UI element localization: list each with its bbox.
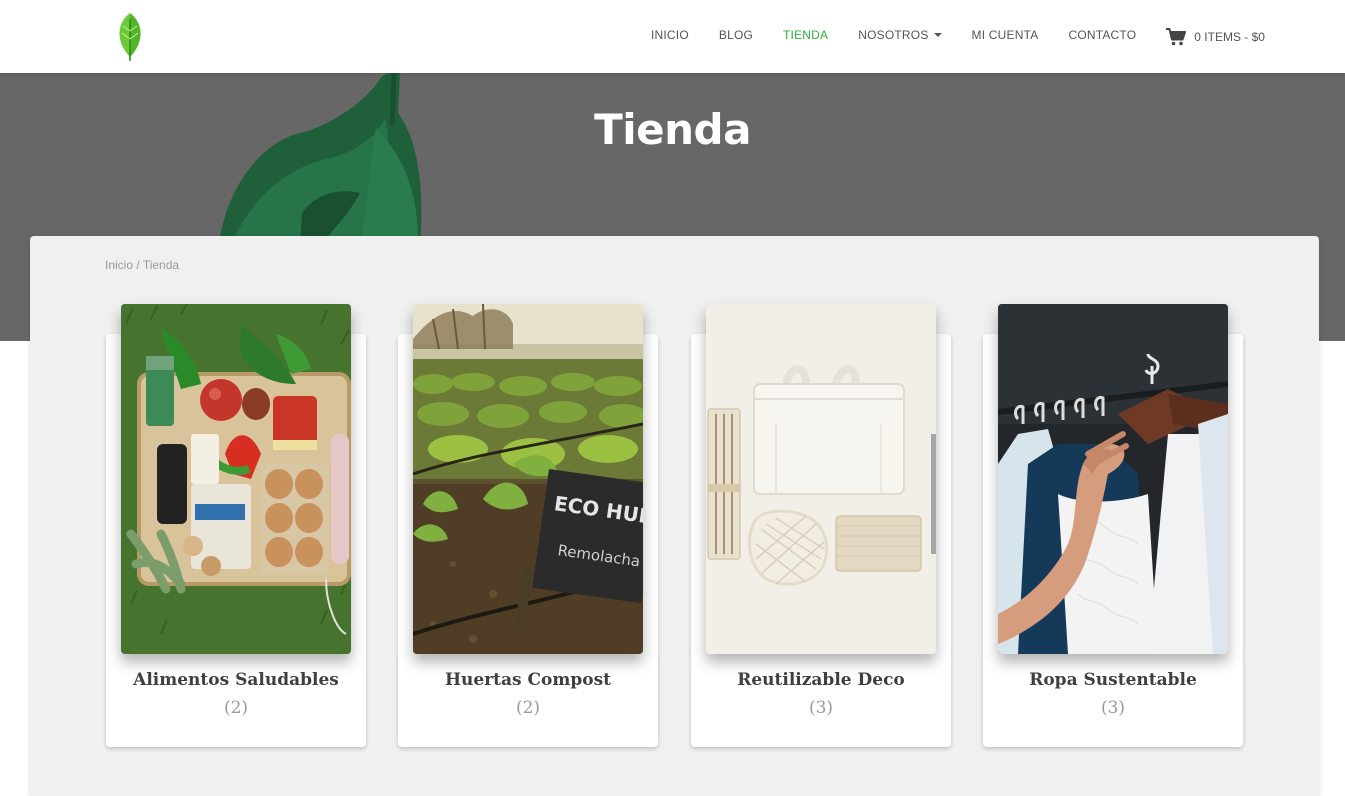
breadcrumb: Inicio / Tienda [105,258,179,272]
category-image-reutilizable[interactable] [706,304,936,654]
category-image-huertas[interactable]: ECO HUER Remolacha [413,304,643,654]
nav-item-nosotros[interactable]: Nosotros [843,28,956,42]
nav-item-blog[interactable]: Blog [704,28,768,42]
nav-item-inicio[interactable]: Inicio [636,28,704,42]
shop-content-card: Inicio / Tienda Alimentos Saludables (2)… [30,236,1319,796]
food-basket-photo [121,304,351,654]
category-count: (3) [1100,698,1126,718]
nav-item-contacto[interactable]: Contacto [1053,28,1151,42]
category-card-ropa-sustentable[interactable]: Ropa Sustentable (3) [983,304,1243,747]
cart-button[interactable]: 0 ITEMS - $0 [1151,27,1265,46]
category-name[interactable]: Ropa Sustentable [983,670,1243,690]
category-image-alimentos[interactable] [121,304,351,654]
category-name[interactable]: Alimentos Saludables [106,670,366,690]
category-count: (3) [808,698,834,718]
category-card-huertas-compost[interactable]: ECO HUER Remolacha Huertas Compost (2) [398,304,658,747]
category-card-alimentos-saludables[interactable]: Alimentos Saludables (2) [106,304,366,747]
reusable-bags-photo [706,304,936,654]
nav-item-nosotros-label: Nosotros [858,27,929,42]
category-name[interactable]: Reutilizable Deco [691,670,951,690]
category-name[interactable]: Huertas Compost [398,670,658,690]
top-navbar: Inicio Blog Tienda Nosotros Mi cuenta Co… [0,0,1345,73]
nav-item-mi-cuenta[interactable]: Mi cuenta [957,28,1054,42]
clothing-rack-photo [998,304,1228,654]
breadcrumb-separator: / [133,258,143,272]
breadcrumb-home-link[interactable]: Inicio [105,258,133,272]
shopping-cart-icon [1166,27,1187,45]
vegetable-garden-photo: ECO HUER Remolacha [413,304,643,654]
category-count: (2) [515,698,541,718]
leaf-logo-icon[interactable] [113,11,147,63]
category-image-ropa[interactable] [998,304,1228,654]
page-title: Tienda [594,105,751,154]
main-menu: Inicio Blog Tienda Nosotros Mi cuenta Co… [636,0,1265,73]
nav-item-tienda[interactable]: Tienda [768,28,843,42]
cart-summary: 0 ITEMS - $0 [1194,29,1265,44]
category-card-reutilizable-deco[interactable]: Reutilizable Deco (3) [691,304,951,747]
caret-down-icon [933,32,942,37]
category-count: (2) [223,698,249,718]
breadcrumb-current: Tienda [142,258,180,272]
